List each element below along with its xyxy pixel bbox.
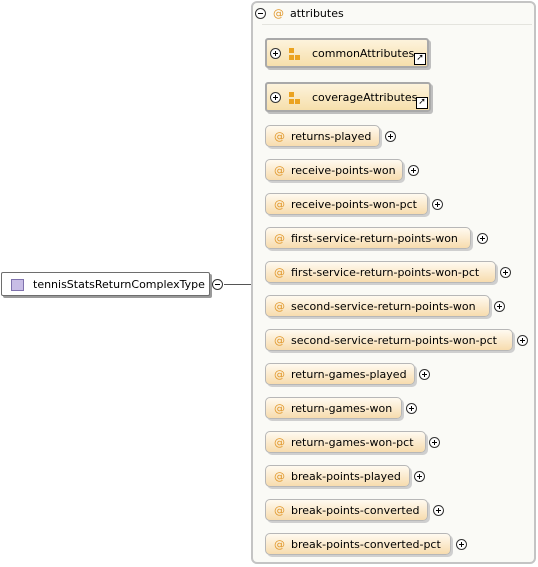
at-symbol-icon: @ (274, 300, 285, 313)
header-divider (262, 24, 532, 25)
expand-icon[interactable] (432, 199, 443, 210)
attribute-item[interactable]: @ second-service-return-points-won (265, 295, 490, 317)
group-ref-label: coverageAttributes (312, 91, 418, 104)
attribute-item[interactable]: @ return-games-played (265, 363, 415, 385)
at-symbol-icon: @ (274, 164, 285, 177)
expand-icon[interactable] (270, 48, 281, 59)
attribute-item[interactable]: @ return-games-won-pct (265, 431, 426, 453)
attribute-label: return-games-played (291, 368, 407, 381)
at-symbol-icon: @ (274, 232, 285, 245)
reference-link-icon[interactable]: ➚ (414, 53, 426, 65)
complex-type-node[interactable]: tennisStatsReturnComplexType (1, 272, 210, 296)
attribute-item[interactable]: @ break-points-played (265, 465, 410, 487)
at-symbol-icon: @ (274, 402, 285, 415)
attribute-label: first-service-return-points-won (291, 232, 458, 245)
complex-type-name: tennisStatsReturnComplexType (33, 278, 205, 291)
attribute-label: break-points-converted (291, 504, 420, 517)
expand-icon[interactable] (270, 92, 281, 103)
attribute-item[interactable]: @ receive-points-won (265, 159, 403, 181)
reference-link-icon[interactable]: ➚ (416, 97, 428, 109)
expand-icon[interactable] (494, 301, 505, 312)
attribute-group-icon (289, 92, 301, 104)
attribute-label: returns-played (291, 130, 372, 143)
attribute-label: return-games-won (291, 402, 393, 415)
at-symbol-icon: @ (274, 504, 285, 517)
at-symbol-icon: @ (274, 436, 285, 449)
expand-icon[interactable] (500, 267, 511, 278)
at-symbol-icon: @ (274, 334, 285, 347)
attribute-item[interactable]: @ break-points-converted-pct (265, 533, 451, 555)
expand-icon[interactable] (456, 539, 467, 550)
expand-icon[interactable] (408, 165, 419, 176)
at-symbol-icon: @ (274, 368, 285, 381)
attribute-label: second-service-return-points-won (291, 300, 476, 313)
collapse-icon[interactable] (212, 279, 223, 290)
at-symbol-icon: @ (274, 538, 285, 551)
group-ref-common-attributes[interactable]: commonAttributes ➚ (265, 38, 429, 68)
attribute-label: return-games-won-pct (291, 436, 414, 449)
attribute-label: receive-points-won-pct (291, 198, 417, 211)
at-symbol-icon: @ (274, 130, 285, 143)
at-symbol-icon: @ (274, 266, 285, 279)
attribute-label: first-service-return-points-won-pct (291, 266, 480, 279)
expand-icon[interactable] (433, 505, 444, 516)
group-ref-label: commonAttributes (312, 47, 415, 60)
expand-icon[interactable] (419, 369, 430, 380)
at-symbol-icon: @ (273, 7, 284, 20)
expand-icon[interactable] (517, 335, 528, 346)
attribute-item[interactable]: @ returns-played (265, 125, 380, 147)
attribute-label: receive-points-won (291, 164, 396, 177)
attribute-item[interactable]: @ return-games-won (265, 397, 402, 419)
expand-icon[interactable] (414, 471, 425, 482)
attribute-item[interactable]: @ receive-points-won-pct (265, 193, 428, 215)
expand-icon[interactable] (429, 437, 440, 448)
group-ref-coverage-attributes[interactable]: coverageAttributes ➚ (265, 82, 431, 112)
expand-icon[interactable] (477, 233, 488, 244)
attributes-title: attributes (290, 7, 344, 20)
attribute-label: break-points-converted-pct (291, 538, 441, 551)
attribute-item[interactable]: @ second-service-return-points-won-pct (265, 329, 513, 351)
at-symbol-icon: @ (274, 470, 285, 483)
expand-icon[interactable] (385, 131, 396, 142)
attribute-label: break-points-played (291, 470, 401, 483)
attribute-label: second-service-return-points-won-pct (291, 334, 497, 347)
expand-icon[interactable] (406, 403, 417, 414)
complex-type-icon (11, 279, 24, 291)
connector-line (224, 284, 251, 285)
at-symbol-icon: @ (274, 198, 285, 211)
attribute-item[interactable]: @ break-points-converted (265, 499, 428, 521)
collapse-icon[interactable] (255, 8, 266, 19)
attribute-group-icon (289, 48, 301, 60)
attribute-item[interactable]: @ first-service-return-points-won (265, 227, 471, 249)
attribute-item[interactable]: @ first-service-return-points-won-pct (265, 261, 496, 283)
